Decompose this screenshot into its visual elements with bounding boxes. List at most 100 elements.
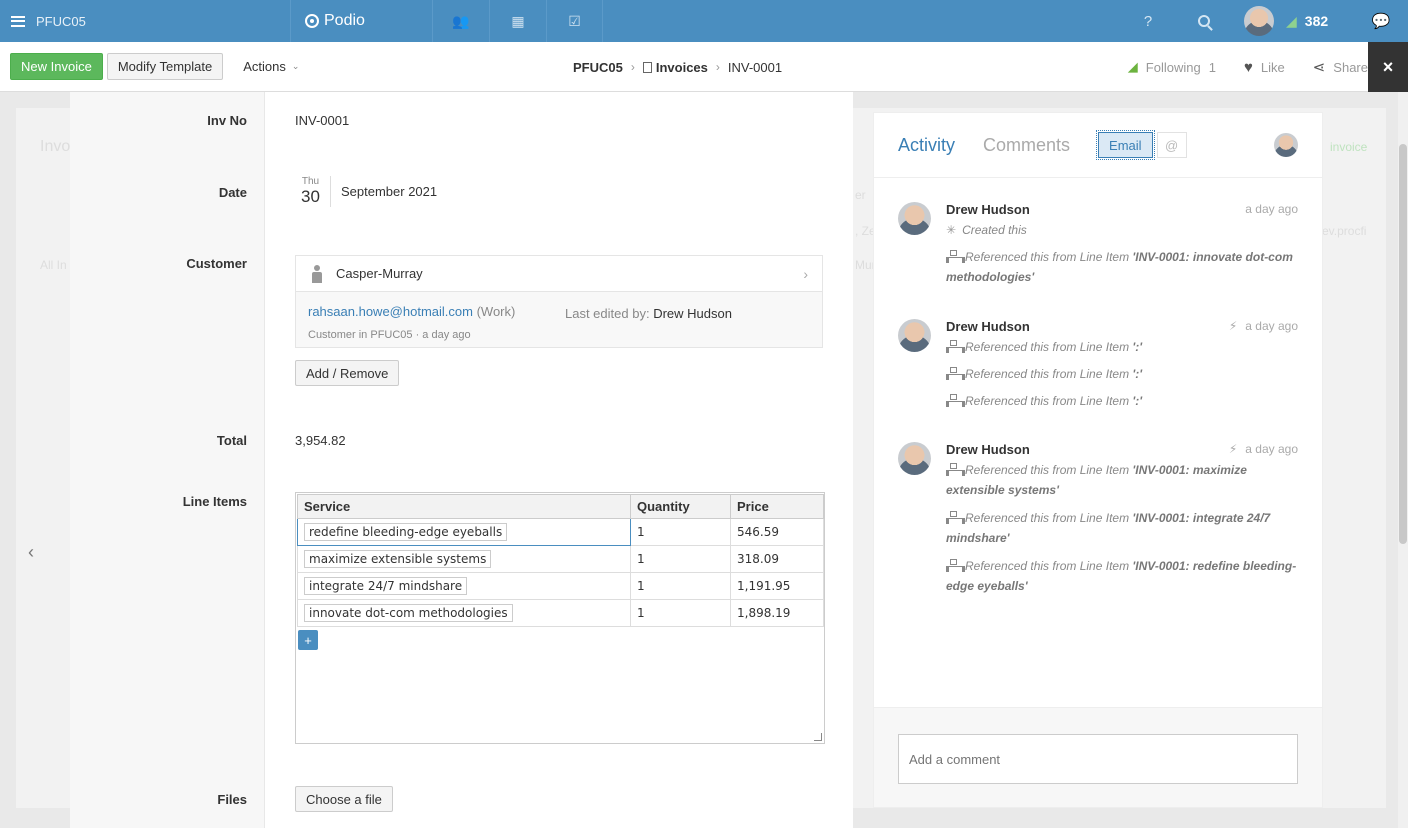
menu-button[interactable]	[0, 0, 36, 42]
avatar[interactable]	[898, 442, 931, 475]
activity-line: Referenced this from Line Item 'INV-0001…	[946, 556, 1298, 596]
quantity-cell[interactable]: 1	[630, 518, 731, 546]
breadcrumb: PFUC05 › Invoices › INV-0001	[573, 42, 782, 92]
background-view: All In	[40, 258, 67, 272]
calendar-icon: ▦	[511, 12, 525, 29]
date-value[interactable]: Thu 30 September 2021	[295, 176, 437, 207]
quantity-cell[interactable]: 1	[630, 599, 731, 627]
service-chip: maximize extensible systems	[304, 550, 492, 568]
line-items-table: Service Quantity Price redefine bleeding…	[297, 494, 824, 627]
total-label: Total	[216, 433, 247, 448]
relationship-icon	[946, 511, 965, 524]
page-scrollbar[interactable]	[1398, 92, 1408, 828]
price-cell[interactable]: 318.09	[730, 545, 824, 573]
table-row[interactable]: innovate dot-com methodologies 1 1,898.1…	[297, 599, 824, 627]
mentions-filter-button[interactable]: @	[1156, 132, 1187, 158]
inv-no-value[interactable]: INV-0001	[295, 113, 349, 128]
activity-tabs: Activity Comments Email @	[874, 113, 1322, 178]
activity-author[interactable]: Drew Hudson	[946, 319, 1030, 334]
relationship-icon	[946, 340, 965, 353]
activity-author[interactable]: Drew Hudson	[946, 202, 1030, 217]
activity-time: a day ago	[1245, 202, 1298, 216]
user-avatar[interactable]	[1244, 6, 1274, 36]
hamburger-icon	[11, 15, 25, 27]
bolt-icon: ⚡	[1228, 319, 1238, 333]
close-button[interactable]: ×	[1368, 42, 1408, 92]
workspace-name[interactable]: PFUC05	[36, 14, 290, 29]
activity-line-prefix: Referenced this from Line Item	[965, 511, 1133, 525]
rss-feed-icon: ◢	[1286, 12, 1297, 29]
tab-activity[interactable]: Activity	[898, 135, 955, 156]
avatar[interactable]	[898, 202, 931, 235]
modify-template-button[interactable]: Modify Template	[106, 53, 224, 80]
add-remove-button[interactable]: Add / Remove	[295, 360, 400, 386]
tasks-nav-button[interactable]: ☑	[546, 0, 603, 42]
avatar[interactable]	[898, 319, 931, 352]
help-button[interactable]: ?	[1120, 13, 1176, 30]
add-line-item-button[interactable]: +	[298, 630, 318, 650]
scrollbar-thumb[interactable]	[1399, 144, 1407, 544]
activity-line-ref[interactable]: ':'	[1132, 367, 1142, 381]
activity-time-text: a day ago	[1245, 442, 1298, 456]
podio-logo[interactable]: Podio	[290, 0, 432, 42]
date-day-block: Thu 30	[295, 176, 331, 207]
header-service: Service	[297, 494, 631, 519]
participant-avatar[interactable]	[1274, 133, 1298, 157]
people-icon: 👥	[452, 12, 470, 29]
item-toolbar: New Invoice Modify Template Actions ⌄ PF…	[0, 42, 1408, 92]
person-icon	[312, 264, 322, 283]
customer-email-link[interactable]: rahsaan.howe@hotmail.com	[308, 304, 473, 319]
previous-item-arrow-icon[interactable]: ‹	[28, 542, 34, 563]
following-button[interactable]: ◢ Following 1	[1128, 59, 1216, 75]
chat-button[interactable]: 💬	[1354, 12, 1408, 30]
table-row[interactable]: maximize extensible systems 1 318.09	[297, 545, 824, 573]
service-cell[interactable]: innovate dot-com methodologies	[297, 599, 631, 627]
notifications-button[interactable]: ◢ 382	[1286, 13, 1354, 30]
service-cell[interactable]: integrate 24/7 mindshare	[297, 572, 631, 600]
activity-author[interactable]: Drew Hudson	[946, 442, 1030, 457]
calendar-nav-button[interactable]: ▦	[489, 0, 546, 42]
price-cell[interactable]: 1,898.19	[730, 599, 824, 627]
relationship-icon	[946, 394, 965, 407]
activity-line-ref[interactable]: ':'	[1132, 340, 1142, 354]
tab-comments[interactable]: Comments	[983, 135, 1070, 156]
breadcrumb-workspace[interactable]: PFUC05	[573, 60, 623, 75]
date-day-number: 30	[301, 187, 320, 206]
header-price: Price	[730, 494, 824, 519]
quantity-cell[interactable]: 1	[630, 545, 731, 573]
activity-line-ref[interactable]: ':'	[1132, 394, 1142, 408]
choose-file-button[interactable]: Choose a file	[295, 786, 393, 812]
customer-name: Casper-Murray	[336, 266, 423, 281]
table-row[interactable]: redefine bleeding-edge eyeballs 1 546.59	[297, 518, 824, 546]
quantity-cell[interactable]: 1	[630, 572, 731, 600]
breadcrumb-separator-icon: ›	[630, 60, 635, 74]
document-icon	[642, 61, 652, 73]
breadcrumb-app[interactable]: Invoices	[642, 60, 708, 75]
last-edited-label: Last edited by:	[565, 306, 650, 321]
email-filter-button[interactable]: Email	[1096, 130, 1155, 160]
contacts-nav-button[interactable]: 👥	[432, 0, 489, 42]
new-invoice-button[interactable]: New Invoice	[10, 53, 103, 80]
search-button[interactable]	[1176, 15, 1232, 27]
like-button[interactable]: ♥ Like	[1244, 59, 1285, 76]
actions-dropdown[interactable]: Actions ⌄	[243, 59, 299, 74]
service-cell[interactable]: redefine bleeding-edge eyeballs	[297, 518, 631, 546]
date-label: Date	[218, 185, 247, 200]
background-title: Invo	[40, 138, 71, 155]
relationship-icon	[946, 250, 965, 263]
top-navigation: PFUC05 Podio 👥 ▦ ☑ ? ◢ 382 💬	[0, 0, 1408, 42]
activity-line-prefix: Referenced this from Line Item	[965, 394, 1133, 408]
customer-last-edited: Last edited by: Drew Hudson	[565, 306, 732, 321]
resize-handle-icon[interactable]	[814, 733, 822, 741]
service-cell[interactable]: maximize extensible systems	[297, 545, 631, 573]
table-row[interactable]: integrate 24/7 mindshare 1 1,191.95	[297, 572, 824, 600]
share-label: Share	[1333, 59, 1368, 75]
service-chip: innovate dot-com methodologies	[304, 604, 513, 622]
service-chip: redefine bleeding-edge eyeballs	[304, 523, 508, 541]
share-button[interactable]: ⋖ Share	[1313, 58, 1368, 76]
background-invoice-button: invoice	[1330, 140, 1368, 154]
customer-header[interactable]: Casper-Murray ›	[296, 256, 822, 292]
price-cell[interactable]: 546.59	[730, 518, 824, 546]
price-cell[interactable]: 1,191.95	[730, 572, 824, 600]
comment-input[interactable]	[898, 734, 1298, 784]
